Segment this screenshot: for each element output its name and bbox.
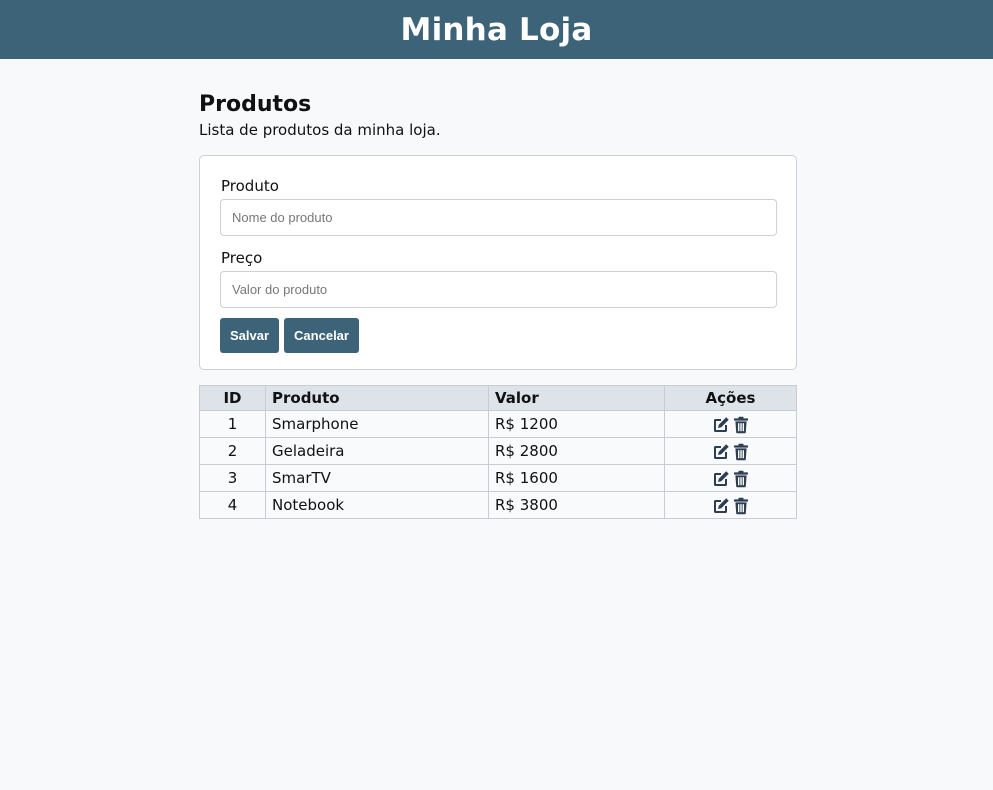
cancel-button[interactable]: Cancelar [284, 318, 359, 353]
cell-actions [664, 491, 797, 519]
app-header: Minha Loja [0, 0, 993, 59]
cell-id: 4 [199, 491, 266, 519]
product-label: Produto [221, 177, 279, 195]
table-row: 4 Notebook R$ 3800 [199, 491, 797, 519]
price-input[interactable] [220, 271, 777, 308]
form-actions: Salvar Cancelar [220, 318, 776, 353]
app-title: Minha Loja [400, 11, 593, 48]
main-content: Produtos Lista de produtos da minha loja… [199, 59, 797, 519]
table-row: 3 SmarTV R$ 1600 [199, 464, 797, 492]
column-header-value: Valor [488, 385, 665, 411]
price-label: Preço [221, 249, 263, 267]
page-title: Produtos [199, 92, 312, 117]
save-button[interactable]: Salvar [220, 318, 280, 353]
cell-actions [664, 464, 797, 492]
cell-product: Geladeira [265, 437, 489, 465]
cell-actions [664, 437, 797, 465]
table-body: 1 Smarphone R$ 1200 2 Geladeira R$ 2800 3 SmarT… [199, 410, 797, 519]
trash-icon[interactable] [732, 497, 750, 515]
table-row: 2 Geladeira R$ 2800 [199, 437, 797, 465]
product-name-input[interactable] [220, 199, 777, 236]
trash-icon[interactable] [732, 470, 750, 488]
table-header-row: ID Produto Valor Ações [199, 385, 797, 411]
cell-value: R$ 1600 [488, 464, 665, 492]
cell-id: 1 [199, 410, 266, 438]
edit-icon[interactable] [712, 416, 730, 434]
products-table: ID Produto Valor Ações 1 Smarphone R$ 1200… [199, 385, 797, 519]
edit-icon[interactable] [712, 497, 730, 515]
edit-icon[interactable] [712, 470, 730, 488]
column-header-actions: Ações [664, 385, 797, 411]
edit-icon[interactable] [712, 443, 730, 461]
cell-actions [664, 410, 797, 438]
page-description: Lista de produtos da minha loja. [199, 121, 441, 139]
cell-product: Smarphone [265, 410, 489, 438]
cell-id: 2 [199, 437, 266, 465]
column-header-product: Produto [265, 385, 489, 411]
cell-value: R$ 2800 [488, 437, 665, 465]
cell-value: R$ 3800 [488, 491, 665, 519]
product-form: Produto Preço Salvar Cancelar [199, 155, 797, 370]
column-header-id: ID [199, 385, 266, 411]
cell-id: 3 [199, 464, 266, 492]
trash-icon[interactable] [732, 416, 750, 434]
cell-value: R$ 1200 [488, 410, 665, 438]
table-row: 1 Smarphone R$ 1200 [199, 410, 797, 438]
cell-product: Notebook [265, 491, 489, 519]
trash-icon[interactable] [732, 443, 750, 461]
cell-product: SmarTV [265, 464, 489, 492]
